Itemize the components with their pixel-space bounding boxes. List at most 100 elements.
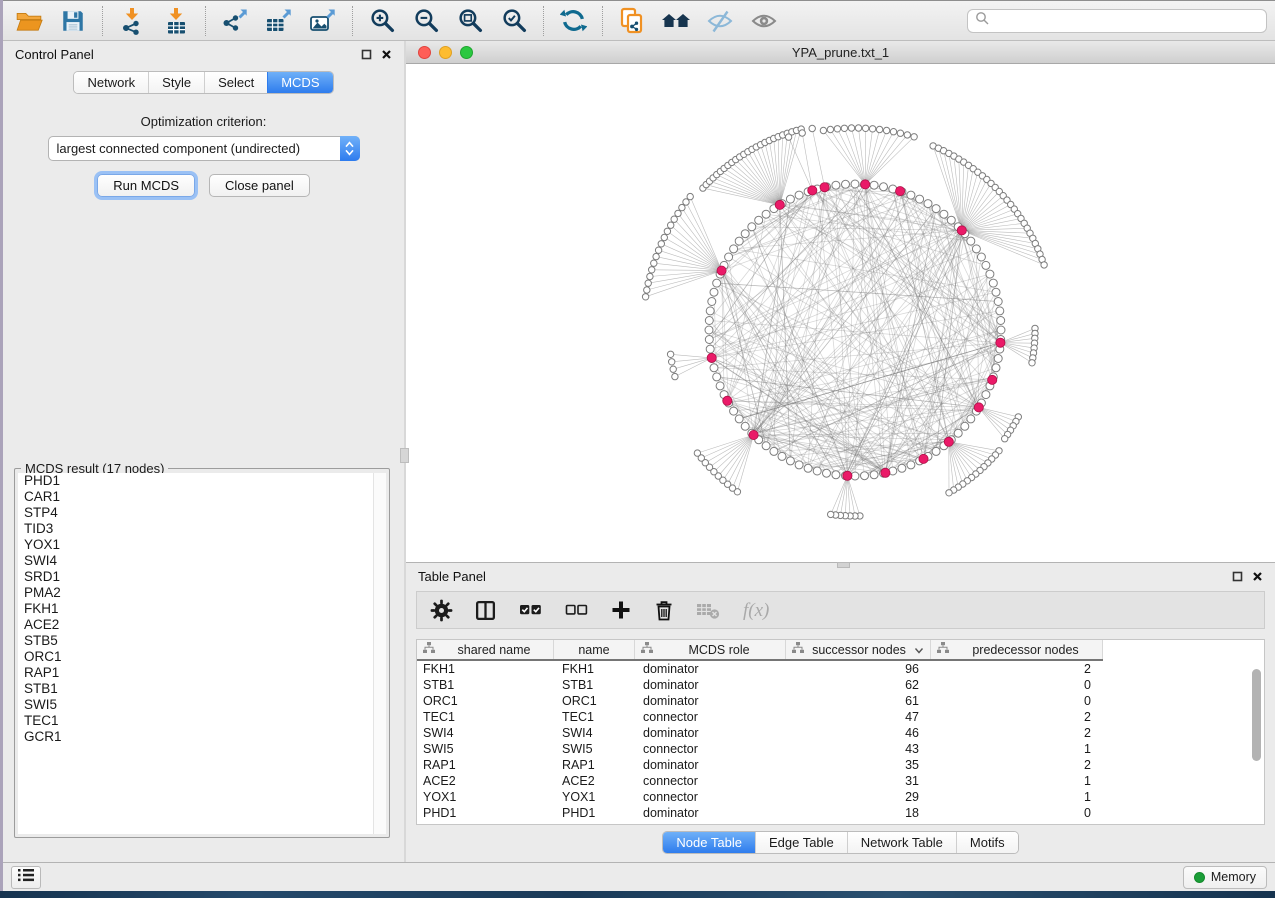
horizontal-splitter-grip[interactable] xyxy=(837,562,850,568)
mcds-result-item[interactable]: PHD1 xyxy=(18,473,386,489)
deselect-all-icon[interactable] xyxy=(564,599,589,621)
network-view-window: YPA_prune.txt_1 xyxy=(406,41,1275,562)
mcds-result-item[interactable]: SWI5 xyxy=(18,697,386,713)
table-cell: dominator xyxy=(635,693,786,709)
zoom-selected-icon[interactable] xyxy=(499,6,529,36)
mcds-result-list[interactable]: PHD1CAR1STP4TID3YOX1SWI4SRD1PMA2FKH1ACE2… xyxy=(18,473,386,834)
table-cell: 61 xyxy=(786,693,931,709)
import-table-icon[interactable] xyxy=(161,6,191,36)
criterion-select[interactable]: largest connected component (undirected) xyxy=(48,136,360,161)
hide-selected-icon[interactable] xyxy=(705,6,735,36)
panel-menu-button[interactable] xyxy=(11,866,41,889)
close-window-icon[interactable] xyxy=(418,46,431,59)
duplicate-network-icon[interactable] xyxy=(617,6,647,36)
open-file-icon[interactable] xyxy=(14,6,44,36)
table-settings-icon[interactable] xyxy=(430,599,453,622)
tab-motifs[interactable]: Motifs xyxy=(956,832,1018,853)
close-panel-icon[interactable] xyxy=(381,49,392,60)
node-table: shared namenameMCDS role successor nodes p… xyxy=(416,639,1265,825)
table-row[interactable]: TEC1TEC1connector472 xyxy=(417,709,1264,725)
refresh-view-icon[interactable] xyxy=(558,6,588,36)
tab-edge-table[interactable]: Edge Table xyxy=(755,832,847,853)
mcds-result-item[interactable]: PMA2 xyxy=(18,585,386,601)
table-row[interactable]: FKH1FKH1dominator962 xyxy=(417,661,1264,677)
zoom-fit-icon[interactable] xyxy=(455,6,485,36)
table-row[interactable]: ACE2ACE2connector311 xyxy=(417,773,1264,789)
table-cell: dominator xyxy=(635,725,786,741)
mcds-result-item[interactable]: STP4 xyxy=(18,505,386,521)
table-tabs: Node TableEdge TableNetwork TableMotifs xyxy=(406,831,1275,854)
column-header-name[interactable]: name xyxy=(554,640,635,659)
export-network-icon[interactable] xyxy=(220,6,250,36)
close-panel-button[interactable]: Close panel xyxy=(209,174,310,197)
export-table-icon[interactable] xyxy=(264,6,294,36)
column-label: successor nodes xyxy=(810,643,908,657)
result-list-scrollbar[interactable] xyxy=(373,473,386,834)
table-cell: RAP1 xyxy=(554,757,635,773)
tree-icon xyxy=(792,642,804,657)
column-header-MCDS-role[interactable]: MCDS role xyxy=(635,640,786,659)
table-row[interactable]: RAP1RAP1dominator352 xyxy=(417,757,1264,773)
tab-network[interactable]: Network xyxy=(74,72,148,93)
export-image-icon[interactable] xyxy=(308,6,338,36)
mcds-result-item[interactable]: SWI4 xyxy=(18,553,386,569)
mcds-result-item[interactable]: GCR1 xyxy=(18,729,386,745)
save-session-icon[interactable] xyxy=(58,6,88,36)
table-row[interactable]: PHD1PHD1dominator180 xyxy=(417,805,1264,821)
column-header-successor-nodes[interactable]: successor nodes xyxy=(786,640,931,659)
column-header-predecessor-nodes[interactable]: predecessor nodes xyxy=(931,640,1103,659)
add-column-icon[interactable] xyxy=(610,599,632,621)
delete-column-icon[interactable] xyxy=(653,599,675,622)
mcds-result-item[interactable]: CAR1 xyxy=(18,489,386,505)
select-all-icon[interactable] xyxy=(518,599,543,621)
table-scrollbar-thumb[interactable] xyxy=(1252,669,1261,761)
table-cell: RAP1 xyxy=(417,757,554,773)
tab-network-table[interactable]: Network Table xyxy=(847,832,956,853)
mcds-result-item[interactable]: ORC1 xyxy=(18,649,386,665)
float-panel-icon[interactable] xyxy=(361,49,372,60)
import-network-icon[interactable] xyxy=(117,6,147,36)
zoom-in-icon[interactable] xyxy=(367,6,397,36)
run-mcds-button[interactable]: Run MCDS xyxy=(97,174,195,197)
close-table-panel-icon[interactable] xyxy=(1252,571,1263,582)
table-toolbar: f(x) xyxy=(416,591,1265,629)
vertical-splitter-grip[interactable] xyxy=(400,448,409,463)
table-scrollbar[interactable] xyxy=(1250,643,1262,821)
memory-button[interactable]: Memory xyxy=(1183,866,1267,889)
mcds-result-item[interactable]: STB1 xyxy=(18,681,386,697)
first-neighbors-icon[interactable] xyxy=(661,6,691,36)
float-table-panel-icon[interactable] xyxy=(1232,571,1243,582)
mcds-result-item[interactable]: SRD1 xyxy=(18,569,386,585)
main-toolbar xyxy=(0,0,1275,41)
mcds-result-item[interactable]: ACE2 xyxy=(18,617,386,633)
table-cell: 18 xyxy=(786,805,931,821)
column-header-shared-name[interactable]: shared name xyxy=(417,640,554,659)
minimize-window-icon[interactable] xyxy=(439,46,452,59)
delete-table-icon[interactable] xyxy=(696,600,720,620)
mcds-result-item[interactable]: FKH1 xyxy=(18,601,386,617)
table-row[interactable]: YOX1YOX1connector291 xyxy=(417,789,1264,805)
mcds-result-item[interactable]: STB5 xyxy=(18,633,386,649)
table-row[interactable]: SWI4SWI4dominator462 xyxy=(417,725,1264,741)
search-input[interactable] xyxy=(994,13,1259,28)
table-cell: FKH1 xyxy=(554,661,635,677)
mcds-result-item[interactable]: TID3 xyxy=(18,521,386,537)
function-builder-icon[interactable]: f(x) xyxy=(741,598,775,622)
column-visibility-icon[interactable] xyxy=(474,599,497,622)
table-row[interactable]: SWI5SWI5connector431 xyxy=(417,741,1264,757)
mcds-result-item[interactable]: YOX1 xyxy=(18,537,386,553)
search-box[interactable] xyxy=(967,9,1267,33)
tab-select[interactable]: Select xyxy=(204,72,267,93)
mcds-result-item[interactable]: TEC1 xyxy=(18,713,386,729)
table-cell: 0 xyxy=(931,805,1103,821)
zoom-out-icon[interactable] xyxy=(411,6,441,36)
table-row[interactable]: STB1STB1dominator620 xyxy=(417,677,1264,693)
tab-style[interactable]: Style xyxy=(148,72,204,93)
tab-node-table[interactable]: Node Table xyxy=(663,832,755,853)
maximize-window-icon[interactable] xyxy=(460,46,473,59)
table-row[interactable]: ORC1ORC1dominator610 xyxy=(417,693,1264,709)
mcds-result-item[interactable]: RAP1 xyxy=(18,665,386,681)
show-all-icon[interactable] xyxy=(749,6,779,36)
network-canvas[interactable] xyxy=(406,64,1275,562)
tab-mcds[interactable]: MCDS xyxy=(267,72,332,93)
